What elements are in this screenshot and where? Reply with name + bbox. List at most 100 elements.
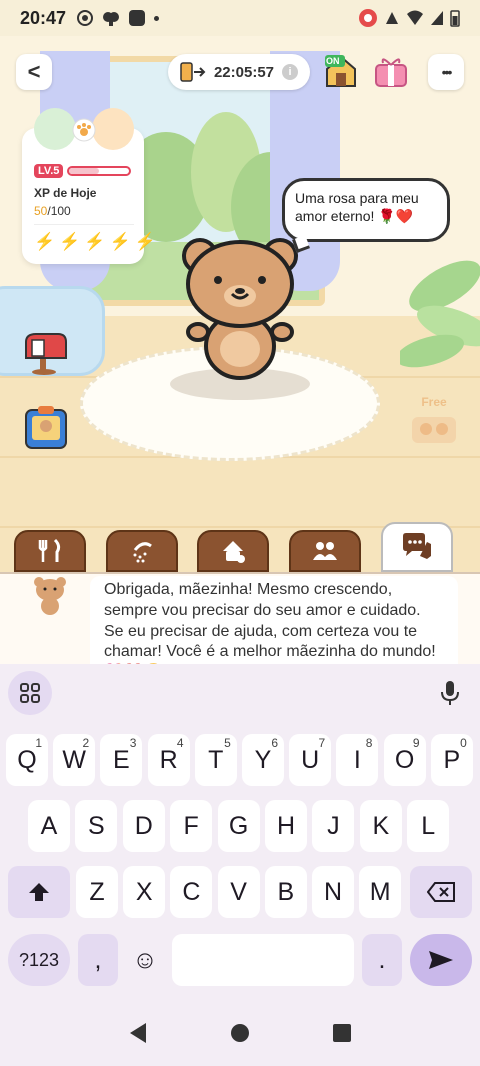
key-label: R xyxy=(159,745,178,774)
target-icon xyxy=(77,10,94,26)
mailbox-button[interactable] xyxy=(22,328,70,376)
dot-icon xyxy=(154,15,160,21)
info-icon[interactable]: i xyxy=(282,64,299,80)
xp-label: XP de Hoje xyxy=(34,186,97,200)
house-on-button[interactable]: ON xyxy=(322,52,360,90)
key-number: 7 xyxy=(318,736,326,750)
level-row: LV.5 xyxy=(34,164,132,178)
shift-key[interactable] xyxy=(8,866,70,918)
recents-square-icon[interactable] xyxy=(332,1023,352,1043)
key-x[interactable]: X xyxy=(123,866,166,918)
key-number: 0 xyxy=(460,736,467,750)
notification-icons xyxy=(76,9,160,27)
key-f[interactable]: F xyxy=(170,800,213,852)
gift-button[interactable] xyxy=(372,52,410,90)
record-icon xyxy=(359,9,377,27)
key-i[interactable]: I8 xyxy=(336,734,379,786)
key-label: I xyxy=(353,745,361,774)
microphone-icon xyxy=(441,681,459,705)
chat-bear-avatar xyxy=(34,577,66,615)
key-g[interactable]: G xyxy=(217,800,260,852)
key-p[interactable]: P0 xyxy=(430,734,473,786)
send-icon xyxy=(429,951,453,969)
key-k[interactable]: K xyxy=(359,800,402,852)
card-divider xyxy=(34,224,134,225)
food-tray-icon xyxy=(412,417,456,443)
album-button[interactable] xyxy=(22,404,70,452)
tab-chat[interactable] xyxy=(381,522,453,572)
app-icon xyxy=(129,10,146,26)
key-label: P xyxy=(443,745,461,774)
space-key[interactable] xyxy=(172,934,354,986)
grid-icon xyxy=(20,683,40,703)
back-triangle-icon[interactable] xyxy=(128,1022,148,1044)
free-reward[interactable]: Free xyxy=(406,395,462,457)
send-key[interactable] xyxy=(410,934,472,986)
lightning-icon: ⚡ xyxy=(109,232,131,251)
key-q[interactable]: Q1 xyxy=(6,734,48,786)
paw-icon xyxy=(72,118,96,142)
key-n[interactable]: N xyxy=(312,866,354,918)
symbols-key[interactable]: ?123 xyxy=(8,934,70,986)
key-j[interactable]: J xyxy=(312,800,355,852)
key-m[interactable]: M xyxy=(359,866,402,918)
key-t[interactable]: T5 xyxy=(194,734,237,786)
key-y[interactable]: Y6 xyxy=(242,734,284,786)
status-time: 20:47 xyxy=(20,7,67,28)
key-number: 5 xyxy=(224,736,231,750)
key-v[interactable]: V xyxy=(217,866,260,918)
shift-icon xyxy=(29,883,49,901)
free-label: Free xyxy=(421,395,447,409)
timer-display[interactable]: 22:05:57 i xyxy=(168,54,310,90)
keyboard-menu-button[interactable] xyxy=(8,671,52,715)
lightning-icon: ⚡ xyxy=(134,232,156,251)
voice-input-button[interactable] xyxy=(428,671,472,715)
profile-card[interactable]: LV.5 XP de Hoje 50/100 ⚡ ⚡ ⚡ ⚡ ⚡ xyxy=(22,108,156,264)
battery-icon xyxy=(450,10,460,27)
key-a[interactable]: A xyxy=(28,800,70,852)
xp-max: /100 xyxy=(47,204,71,218)
tab-bath[interactable] xyxy=(106,530,178,572)
action-tabs xyxy=(0,522,480,574)
comma-key[interactable]: , xyxy=(78,934,118,986)
key-h[interactable]: H xyxy=(265,800,307,852)
key-l[interactable]: L xyxy=(407,800,450,852)
key-d[interactable]: D xyxy=(122,800,165,852)
key-o[interactable]: O9 xyxy=(383,734,426,786)
key-label: T xyxy=(208,745,224,774)
more-icon: ••• xyxy=(441,64,453,80)
cell-icon xyxy=(431,11,443,25)
more-options-button[interactable]: ••• xyxy=(428,54,464,90)
tab-food[interactable] xyxy=(14,530,86,572)
key-w[interactable]: W2 xyxy=(53,734,96,786)
home-circle-icon[interactable] xyxy=(230,1023,250,1043)
key-number: 3 xyxy=(129,736,137,750)
key-c[interactable]: C xyxy=(170,866,213,918)
bear-pet[interactable] xyxy=(180,234,300,384)
key-u[interactable]: U7 xyxy=(289,734,332,786)
tab-play[interactable] xyxy=(197,530,269,572)
timer-text: 22:05:57 xyxy=(213,63,275,81)
key-label: U xyxy=(301,745,320,774)
chat-message: Obrigada, mãezinha! Mesmo crescendo, sem… xyxy=(90,576,458,664)
key-r[interactable]: R4 xyxy=(147,734,190,786)
key-number: 1 xyxy=(35,736,42,750)
signal-icon xyxy=(386,12,398,24)
key-number: 2 xyxy=(82,736,90,750)
key-s[interactable]: S xyxy=(75,800,118,852)
key-z[interactable]: Z xyxy=(76,866,118,918)
lightning-icon: ⚡ xyxy=(59,232,81,251)
key-number: 8 xyxy=(365,736,373,750)
shower-icon xyxy=(133,542,152,563)
key-e[interactable]: E3 xyxy=(100,734,143,786)
period-key[interactable]: . xyxy=(362,934,402,986)
chat-bubbles-icon xyxy=(403,533,431,559)
key-b[interactable]: B xyxy=(264,866,307,918)
energy-row: ⚡ ⚡ ⚡ ⚡ ⚡ xyxy=(34,232,156,252)
on-badge: ON xyxy=(326,56,340,66)
back-button[interactable]: < xyxy=(16,54,52,90)
gift-icon xyxy=(375,58,407,87)
tab-friends[interactable] xyxy=(289,530,361,572)
backspace-key[interactable] xyxy=(410,866,472,918)
emoji-key[interactable]: ☺ xyxy=(124,934,166,986)
